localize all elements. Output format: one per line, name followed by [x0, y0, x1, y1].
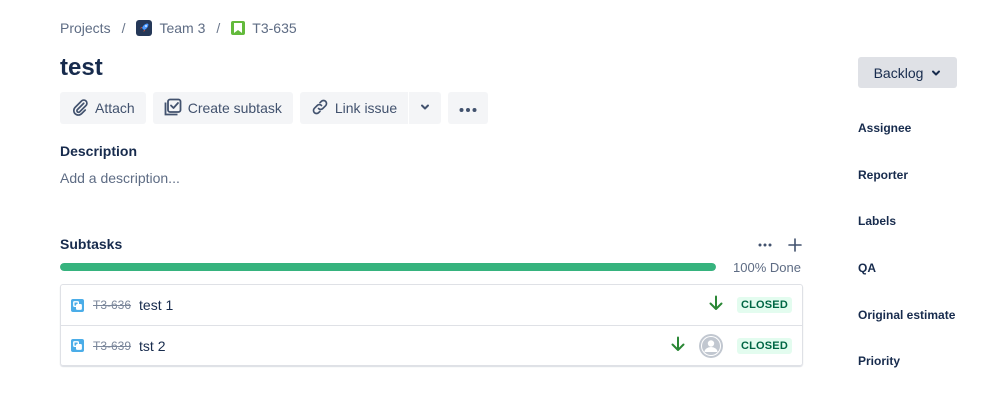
link-issue-group: Link issue	[299, 92, 442, 124]
story-icon	[231, 21, 246, 35]
subtasks-actions	[756, 236, 804, 254]
field-label-assignee: Assignee	[858, 121, 912, 135]
link-icon	[311, 98, 329, 119]
breadcrumb-project[interactable]: Team 3	[136, 20, 205, 36]
more-actions-button[interactable]	[448, 92, 489, 124]
attach-label: Attach	[95, 100, 135, 116]
description-field[interactable]: Add a description...	[60, 170, 180, 186]
subtask-summary[interactable]: test 1	[139, 297, 173, 313]
subtask-meta: CLOSED	[709, 285, 792, 325]
status-transition-button[interactable]: Backlog	[858, 57, 957, 88]
add-subtask-icon[interactable]	[786, 236, 804, 254]
subtask-icon	[71, 339, 84, 352]
status-label: Backlog	[873, 64, 924, 81]
create-subtask-button[interactable]: Create subtask	[152, 92, 293, 124]
subtasks-more-icon[interactable]	[756, 236, 774, 254]
link-issue-button[interactable]: Link issue	[299, 92, 409, 124]
status-lozenge[interactable]: CLOSED	[736, 338, 792, 354]
field-label-labels: Labels	[858, 214, 897, 228]
breadcrumb-separator: /	[121, 20, 126, 36]
low-priority-icon	[709, 295, 723, 316]
field-label-reporter: Reporter	[858, 168, 909, 182]
breadcrumb-issue[interactable]: T3-635	[231, 20, 297, 36]
subtask-checklist-icon	[164, 98, 182, 119]
field-label-original-estimate: Original estimate	[858, 308, 956, 322]
subtask-icon	[71, 298, 84, 312]
description-label: Description	[60, 143, 138, 159]
more-horizontal-icon	[458, 100, 478, 116]
link-issue-dropdown-button[interactable]	[409, 92, 442, 124]
breadcrumb-project-label: Team 3	[159, 20, 206, 36]
chevron-down-icon	[419, 100, 431, 116]
status-lozenge[interactable]: CLOSED	[736, 297, 792, 313]
project-rocket-icon	[136, 20, 153, 36]
breadcrumb: Projects / Team 3 / T3-635	[60, 18, 297, 38]
breadcrumb-issue-key: T3-635	[252, 20, 297, 36]
issue-toolbar: Attach Create subtask Link issue	[60, 92, 489, 124]
subtasks-label: Subtasks	[60, 236, 123, 252]
subtasks-progress-bar	[60, 263, 716, 271]
breadcrumb-projects-label: Projects	[60, 20, 111, 36]
breadcrumb-separator: /	[216, 20, 221, 36]
subtask-row[interactable]: T3-639 tst 2 CLOSED	[61, 325, 802, 365]
assignee-avatar[interactable]	[698, 334, 723, 358]
field-label-qa: QA	[858, 261, 876, 275]
subtask-summary[interactable]: tst 2	[139, 338, 165, 354]
issue-title[interactable]: test	[60, 54, 103, 82]
subtask-row[interactable]: T3-636 test 1 CLOSED	[61, 285, 802, 325]
subtasks-progress-fill	[60, 263, 716, 271]
subtask-key[interactable]: T3-636	[93, 298, 131, 312]
create-subtask-label: Create subtask	[187, 100, 282, 116]
low-priority-icon	[671, 336, 685, 357]
link-issue-label: Link issue	[334, 100, 398, 116]
breadcrumb-projects[interactable]: Projects	[60, 20, 111, 36]
attach-button[interactable]: Attach	[60, 92, 146, 124]
field-label-priority: Priority	[858, 354, 901, 368]
subtasks-progress-text: 100% Done	[733, 260, 801, 275]
subtask-list: T3-636 test 1 CLOSED T3-639 tst 2 CLOSED	[60, 284, 803, 366]
chevron-down-icon	[931, 65, 941, 81]
subtask-key[interactable]: T3-639	[93, 339, 131, 353]
subtask-meta: CLOSED	[671, 326, 792, 366]
paperclip-icon	[71, 98, 89, 119]
